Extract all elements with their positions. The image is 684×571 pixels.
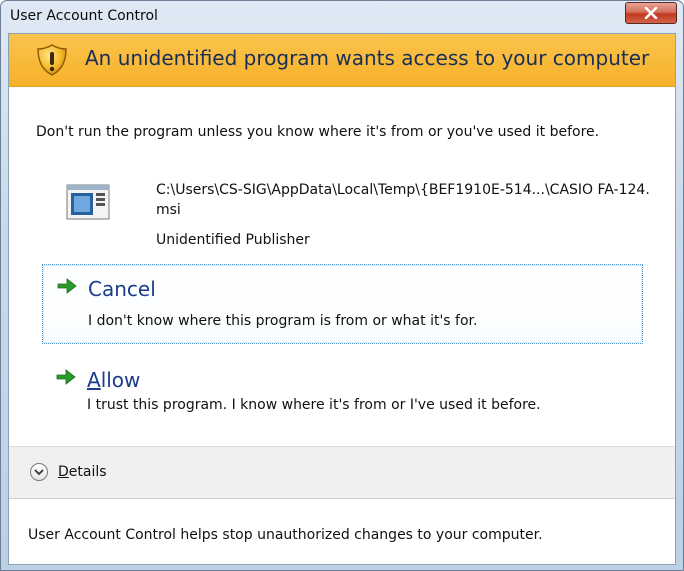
banner-title: An unidentified program wants access to …: [85, 46, 650, 70]
chevron-down-icon: [30, 463, 48, 481]
close-button[interactable]: [625, 2, 677, 24]
program-window-icon: [66, 184, 110, 220]
program-publisher: Unidentified Publisher: [156, 232, 310, 248]
allow-description: I trust this program. I know where it's …: [87, 397, 541, 413]
uac-dialog: User Account Control An unidentified pro…: [0, 0, 684, 571]
cancel-title: Cancel: [88, 277, 156, 301]
window-title: User Account Control: [10, 8, 158, 24]
allow-accelerator: A: [87, 368, 101, 392]
green-arrow-icon: [57, 278, 77, 294]
details-label-rest: etails: [68, 464, 107, 480]
allow-title: Allow: [87, 368, 140, 392]
close-icon: [644, 7, 658, 19]
program-path: C:\Users\CS-SIG\AppData\Local\Temp\{BEF1…: [156, 182, 650, 218]
cancel-description: I don't know where this program is from …: [88, 313, 478, 329]
warning-banner: An unidentified program wants access to …: [9, 34, 675, 87]
allow-title-rest: llow: [100, 368, 141, 392]
details-button[interactable]: Details: [30, 459, 107, 485]
allow-option[interactable]: Allow I trust this program. I know where…: [42, 356, 643, 426]
footer-text: User Account Control helps stop unauthor…: [28, 527, 543, 543]
details-accelerator: D: [58, 464, 69, 480]
green-arrow-icon: [56, 369, 76, 385]
details-bar: Details: [9, 446, 675, 499]
dialog-content: An unidentified program wants access to …: [8, 33, 676, 565]
shield-warning-icon: [37, 44, 67, 76]
warning-message: Don't run the program unless you know wh…: [36, 124, 600, 140]
cancel-option[interactable]: Cancel I don't know where this program i…: [42, 264, 643, 344]
title-bar[interactable]: User Account Control: [1, 1, 683, 33]
details-label: Details: [58, 464, 107, 480]
